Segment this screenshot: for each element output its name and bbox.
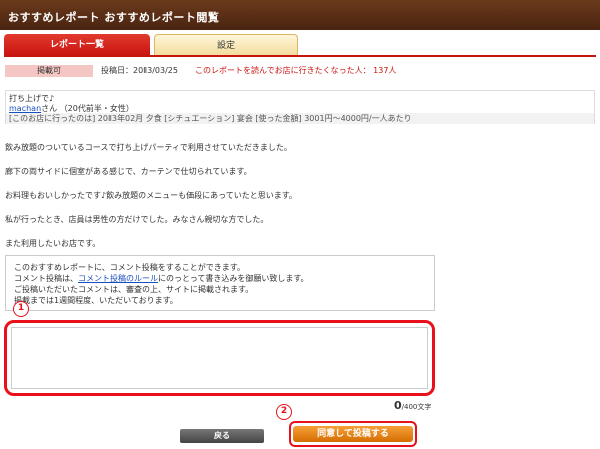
char-limit: /400文字: [401, 403, 432, 411]
step-marker-1: 1: [13, 301, 29, 317]
back-button[interactable]: 戻る: [180, 429, 264, 443]
step-marker-2: 2: [276, 404, 292, 420]
body-line: 廊下の両サイドに個室がある感じで、カーテンで仕切られています。: [5, 167, 252, 176]
notice-line: ご投稿いただいたコメントは、審査の上、サイトに掲載されます。: [14, 285, 254, 294]
tab-divider: [4, 55, 596, 57]
notice-line: 掲載までは1週間程度、いただいております。: [14, 296, 178, 305]
report-meta: [このお店に行ったのは] 20Ⅱ3年02月 夕食 [シチュエーション] 宴会 […: [6, 113, 594, 124]
notice-text: にのっとって書き込みを御願い致します。: [158, 274, 309, 283]
submit-highlight: 同意して投稿する: [289, 421, 417, 447]
body-line: また利用したいお店です。: [5, 239, 101, 248]
notice-line: このおすすめレポートに、コメント投稿をすることができます。: [14, 263, 245, 272]
status-badge: 掲載可: [5, 65, 93, 77]
notice-text: コメント投稿は、: [14, 274, 78, 283]
comment-highlight: [4, 320, 435, 396]
char-count: 0: [394, 399, 402, 412]
report-summary: 打ち上げで♪ machanさん （20代前半・女性） [このお店に行ったのは] …: [5, 90, 595, 124]
posted-date: 投稿日：20Ⅱ3/03/25: [101, 66, 178, 75]
body-line: 私が行ったとき、店員は男性の方だけでした。みなさん親切な方でした。: [5, 215, 269, 224]
page-header: おすすめレポート おすすめレポート閲覧: [0, 0, 600, 30]
report-info-row: 掲載可 投稿日：20Ⅱ3/03/25 このレポートを読んでお店に行きたくなった人…: [5, 65, 595, 77]
author-details: さん （20代前半・女性）: [41, 104, 134, 113]
tab-bar: レポート一覧 設定: [4, 34, 596, 56]
want-to-visit-count: このレポートを読んでお店に行きたくなった人： 137人: [195, 66, 397, 75]
tab-settings[interactable]: 設定: [154, 34, 298, 56]
comment-rules-link[interactable]: コメント投稿のルール: [78, 274, 158, 283]
char-counter: 0/400文字: [394, 399, 431, 412]
comment-textarea[interactable]: [11, 327, 428, 389]
agree-and-post-button[interactable]: 同意して投稿する: [293, 426, 413, 442]
notice-line: コメント投稿は、コメント投稿のルールにのっとって書き込みを御願い致します。: [14, 273, 426, 284]
comment-notice: このおすすめレポートに、コメント投稿をすることができます。 コメント投稿は、コメ…: [5, 255, 435, 311]
body-line: 飲み放題のついているコースで打ち上げパーティで利用させていただきました。: [5, 143, 292, 152]
page-title: おすすめレポート おすすめレポート閲覧: [8, 11, 220, 24]
body-line: お料理もおいしかったです♪飲み放題のメニューも価段にあっていたと思います。: [5, 191, 297, 200]
tab-report-list[interactable]: レポート一覧: [4, 34, 150, 56]
author-link[interactable]: machan: [9, 104, 41, 113]
